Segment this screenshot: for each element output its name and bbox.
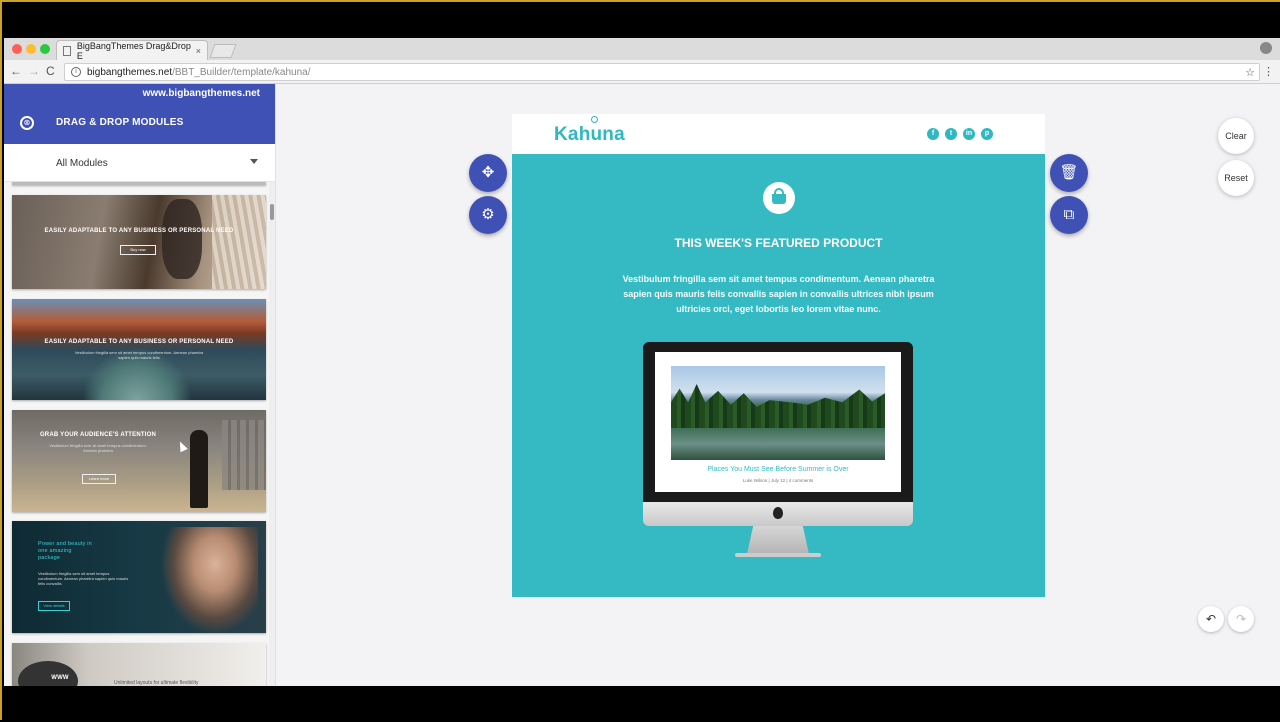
url-path: /BBT_Builder/template/kahuna/ [172,66,311,78]
letterbox-top [2,2,1280,38]
imac-screen: Places You Must See Before Summer is Ove… [643,342,913,502]
thumbnail-subtext: Vestibulum fringilla sem sit amet tempus… [49,443,147,453]
thumbnail-caption: EASILY ADAPTABLE TO ANY BUSINESS OR PERS… [44,339,234,345]
profile-icon[interactable] [1260,42,1272,54]
chevron-down-icon [250,159,258,164]
post-meta: Luke Wilson | July 12 | 4 comments [742,478,814,483]
imac-stand [747,526,809,554]
url-host: bigbangthemes.net [87,66,173,78]
twitter-icon[interactable]: t [945,128,957,140]
thumbnail-subtext: Vestibulum fringilla sem sit amet tempus… [38,571,129,586]
facebook-icon[interactable]: f [927,128,939,140]
video-frame: BigBangThemes Drag&Drop E × ← → C i bigb… [0,0,1280,722]
settings-icon[interactable]: ⚙ [469,196,507,234]
thumbnail-subtext: Vestibulum fringilla sem sit amet tempus… [74,350,204,360]
module-thumbnail[interactable]: EASILY ADAPTABLE TO ANY BUSINESS OR PERS… [12,195,266,289]
back-icon[interactable]: ← [10,64,22,78]
module-thumbnail[interactable]: WWW Unlimited layouts for ultimate flexi… [12,643,266,686]
pinterest-icon[interactable]: p [981,128,993,140]
redo-icon[interactable]: ↷ [1228,606,1254,632]
module-thumbnail[interactable]: GRAB YOUR AUDIENCE'S ATTENTION Vestibulu… [12,410,266,512]
thumbnail-caption: GRAB YOUR AUDIENCE'S ATTENTION [39,432,157,438]
imac-display: Places You Must See Before Summer is Ove… [655,352,901,492]
thumbnail-button: View details [38,601,70,611]
imac-foot [735,553,821,557]
module-filter-value: All Modules [56,158,108,169]
thumbnail-button: Buy now [120,245,156,255]
sidebar-header: www.bigbangthemes.net ⊗ DRAG & DROP MODU… [4,84,275,144]
delete-icon[interactable]: 🗑 [1050,154,1088,192]
duplicate-icon[interactable]: ⧉ [1050,196,1088,234]
url-input[interactable]: i bigbangthemes.net /BBT_Builder/templat… [64,63,1260,81]
sidebar-scrollbar[interactable] [269,182,275,686]
undo-icon[interactable]: ↶ [1198,606,1224,632]
minimize-window-button[interactable] [26,44,36,54]
maximize-window-button[interactable] [40,44,50,54]
module-thumbnail[interactable]: Power and beauty in one amazing package … [12,521,266,633]
site-url[interactable]: www.bigbangthemes.net [143,88,260,99]
modules-sidebar: www.bigbangthemes.net ⊗ DRAG & DROP MODU… [4,84,276,686]
reset-button[interactable]: Reset [1218,160,1254,196]
info-icon[interactable]: i [71,67,81,77]
thumbnail-caption: Power and beauty in one amazing package [38,541,92,561]
imac-chin [643,502,913,526]
page: www.bigbangthemes.net ⊗ DRAG & DROP MODU… [4,84,1280,686]
forward-icon[interactable]: → [28,64,40,78]
module-filter-select[interactable]: All Modules [4,144,275,182]
scrollbar-thumb[interactable] [270,204,274,220]
featured-product-section: THIS WEEK'S FEATURED PRODUCT Vestibulum … [512,154,1045,597]
email-template-preview[interactable]: Kahuna f t in p THIS WEEK'S FEATURED PRO… [512,114,1045,597]
imac-mockup: Places You Must See Before Summer is Ove… [643,342,913,562]
apple-logo-icon [773,507,783,519]
letterbox-bottom [2,686,1280,722]
browser-tab-bar: BigBangThemes Drag&Drop E × [4,38,1280,61]
reload-icon[interactable]: C [46,64,55,78]
thumbnail-button: Learn more [82,474,116,484]
tab-close-icon[interactable]: × [196,46,201,56]
section-title: THIS WEEK'S FEATURED PRODUCT [674,236,883,250]
module-thumbnail-partial[interactable] [12,182,266,185]
basket-icon [763,182,795,214]
post-title: Places You Must See Before Summer is Ove… [707,466,849,473]
section-body: Vestibulum fringilla sem sit amet tempus… [622,274,935,314]
sidebar-title: DRAG & DROP MODULES [56,117,184,128]
move-icon[interactable]: ✥ [469,154,507,192]
browser-menu-icon[interactable]: ⋮ [1263,65,1274,78]
clear-button[interactable]: Clear [1218,118,1254,154]
thumbnail-caption: EASILY ADAPTABLE TO ANY BUSINESS OR PERS… [44,228,234,234]
logo-mark [591,116,598,123]
new-tab-button[interactable] [209,44,237,58]
close-sidebar-icon[interactable]: ⊗ [20,116,34,130]
thumbnail-brand: WWW [51,675,69,681]
close-window-button[interactable] [12,44,22,54]
linkedin-icon[interactable]: in [963,128,975,140]
tab-title: BigBangThemes Drag&Drop E [76,40,191,61]
kahuna-logo: Kahuna [554,124,625,145]
template-header: Kahuna f t in p [512,114,1045,154]
module-thumbnail[interactable]: EASILY ADAPTABLE TO ANY BUSINESS OR PERS… [12,299,266,400]
document-icon [63,45,71,56]
social-links: f t in p [927,128,993,140]
address-bar: ← → C i bigbangthemes.net /BBT_Builder/t… [4,60,1280,84]
landscape-photo [671,366,885,460]
browser-tab[interactable]: BigBangThemes Drag&Drop E × [56,40,208,61]
builder-canvas: Kahuna f t in p THIS WEEK'S FEATURED PRO… [276,84,1280,686]
bookmark-star-icon[interactable]: ☆ [1245,66,1255,79]
